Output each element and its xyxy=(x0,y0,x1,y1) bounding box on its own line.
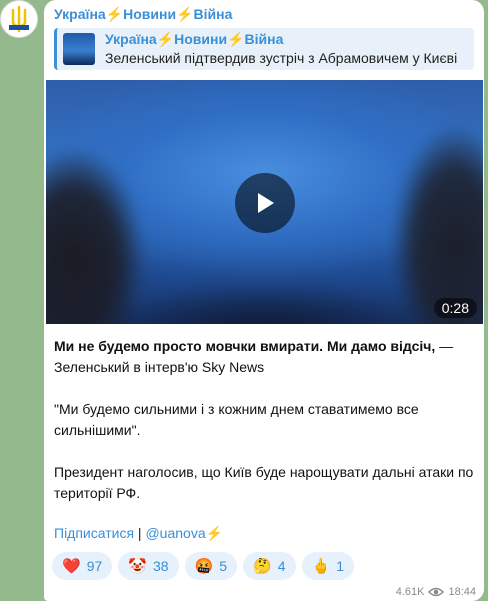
reaction-count: 97 xyxy=(86,558,103,574)
video-player[interactable]: 0:28 xyxy=(46,80,483,324)
heart-icon: ❤️ xyxy=(62,558,81,575)
angry-face-icon: 🤬 xyxy=(194,558,214,575)
channel-name[interactable]: Україна⚡Новини⚡Війна xyxy=(54,6,232,23)
view-count: 4.61K xyxy=(395,586,425,598)
reaction-count: 1 xyxy=(336,558,344,574)
reply-preview[interactable]: Україна⚡Новини⚡Війна Зеленський підтверд… xyxy=(54,28,474,70)
reaction-thinking[interactable]: 🤔 4 xyxy=(243,552,296,580)
reply-title: Україна⚡Новини⚡Війна xyxy=(105,31,284,47)
channel-handle-link[interactable]: @uanova⚡ xyxy=(145,525,223,541)
reply-text: Зеленський підтвердив зустріч з Абрамови… xyxy=(105,50,458,66)
message-meta: 4.61K 18:44 xyxy=(396,584,476,600)
reaction-clown[interactable]: 🤡 38 xyxy=(118,552,179,580)
reaction-heart[interactable]: ❤️ 97 xyxy=(52,552,113,580)
video-duration: 0:28 xyxy=(433,298,477,318)
message-quote: "Ми будемо сильними і з кожним днем став… xyxy=(54,401,419,438)
reactions-bar: ❤️ 97 🤡 38 🤬 5 🤔 4 🖕 1 xyxy=(52,552,354,580)
clown-icon: 🤡 xyxy=(128,558,147,575)
play-button[interactable] xyxy=(235,173,295,233)
reaction-count: 38 xyxy=(152,558,169,574)
ukraine-trident-icon xyxy=(9,5,29,33)
reaction-count: 5 xyxy=(219,558,228,574)
link-separator: | xyxy=(134,525,146,541)
reaction-middle-finger[interactable]: 🖕 1 xyxy=(301,552,354,580)
message-bold-lead: Ми не будемо просто мовчки вмирати. Ми д… xyxy=(54,338,436,354)
subscribe-link[interactable]: Підписатися xyxy=(54,525,134,541)
reaction-angry[interactable]: 🤬 5 xyxy=(184,552,238,580)
message-body: Президент наголосив, що Київ буде нарощу… xyxy=(54,464,474,501)
thinking-face-icon: 🤔 xyxy=(253,558,272,575)
middle-finger-icon: 🖕 xyxy=(311,558,331,575)
message-time: 18:44 xyxy=(448,586,476,598)
eye-icon xyxy=(428,587,445,597)
reaction-count: 4 xyxy=(277,558,286,574)
footer-links: Підписатися | @uanova⚡ xyxy=(54,525,223,542)
message-paragraph-1: Ми не будемо просто мовчки вмирати. Ми д… xyxy=(54,336,474,378)
channel-avatar[interactable] xyxy=(0,0,38,38)
reply-thumbnail xyxy=(63,33,95,65)
play-icon xyxy=(258,193,274,213)
message-text: Ми не будемо просто мовчки вмирати. Ми д… xyxy=(54,336,474,525)
message-bubble: Україна⚡Новини⚡Війна Україна⚡Новини⚡Війн… xyxy=(44,0,484,601)
